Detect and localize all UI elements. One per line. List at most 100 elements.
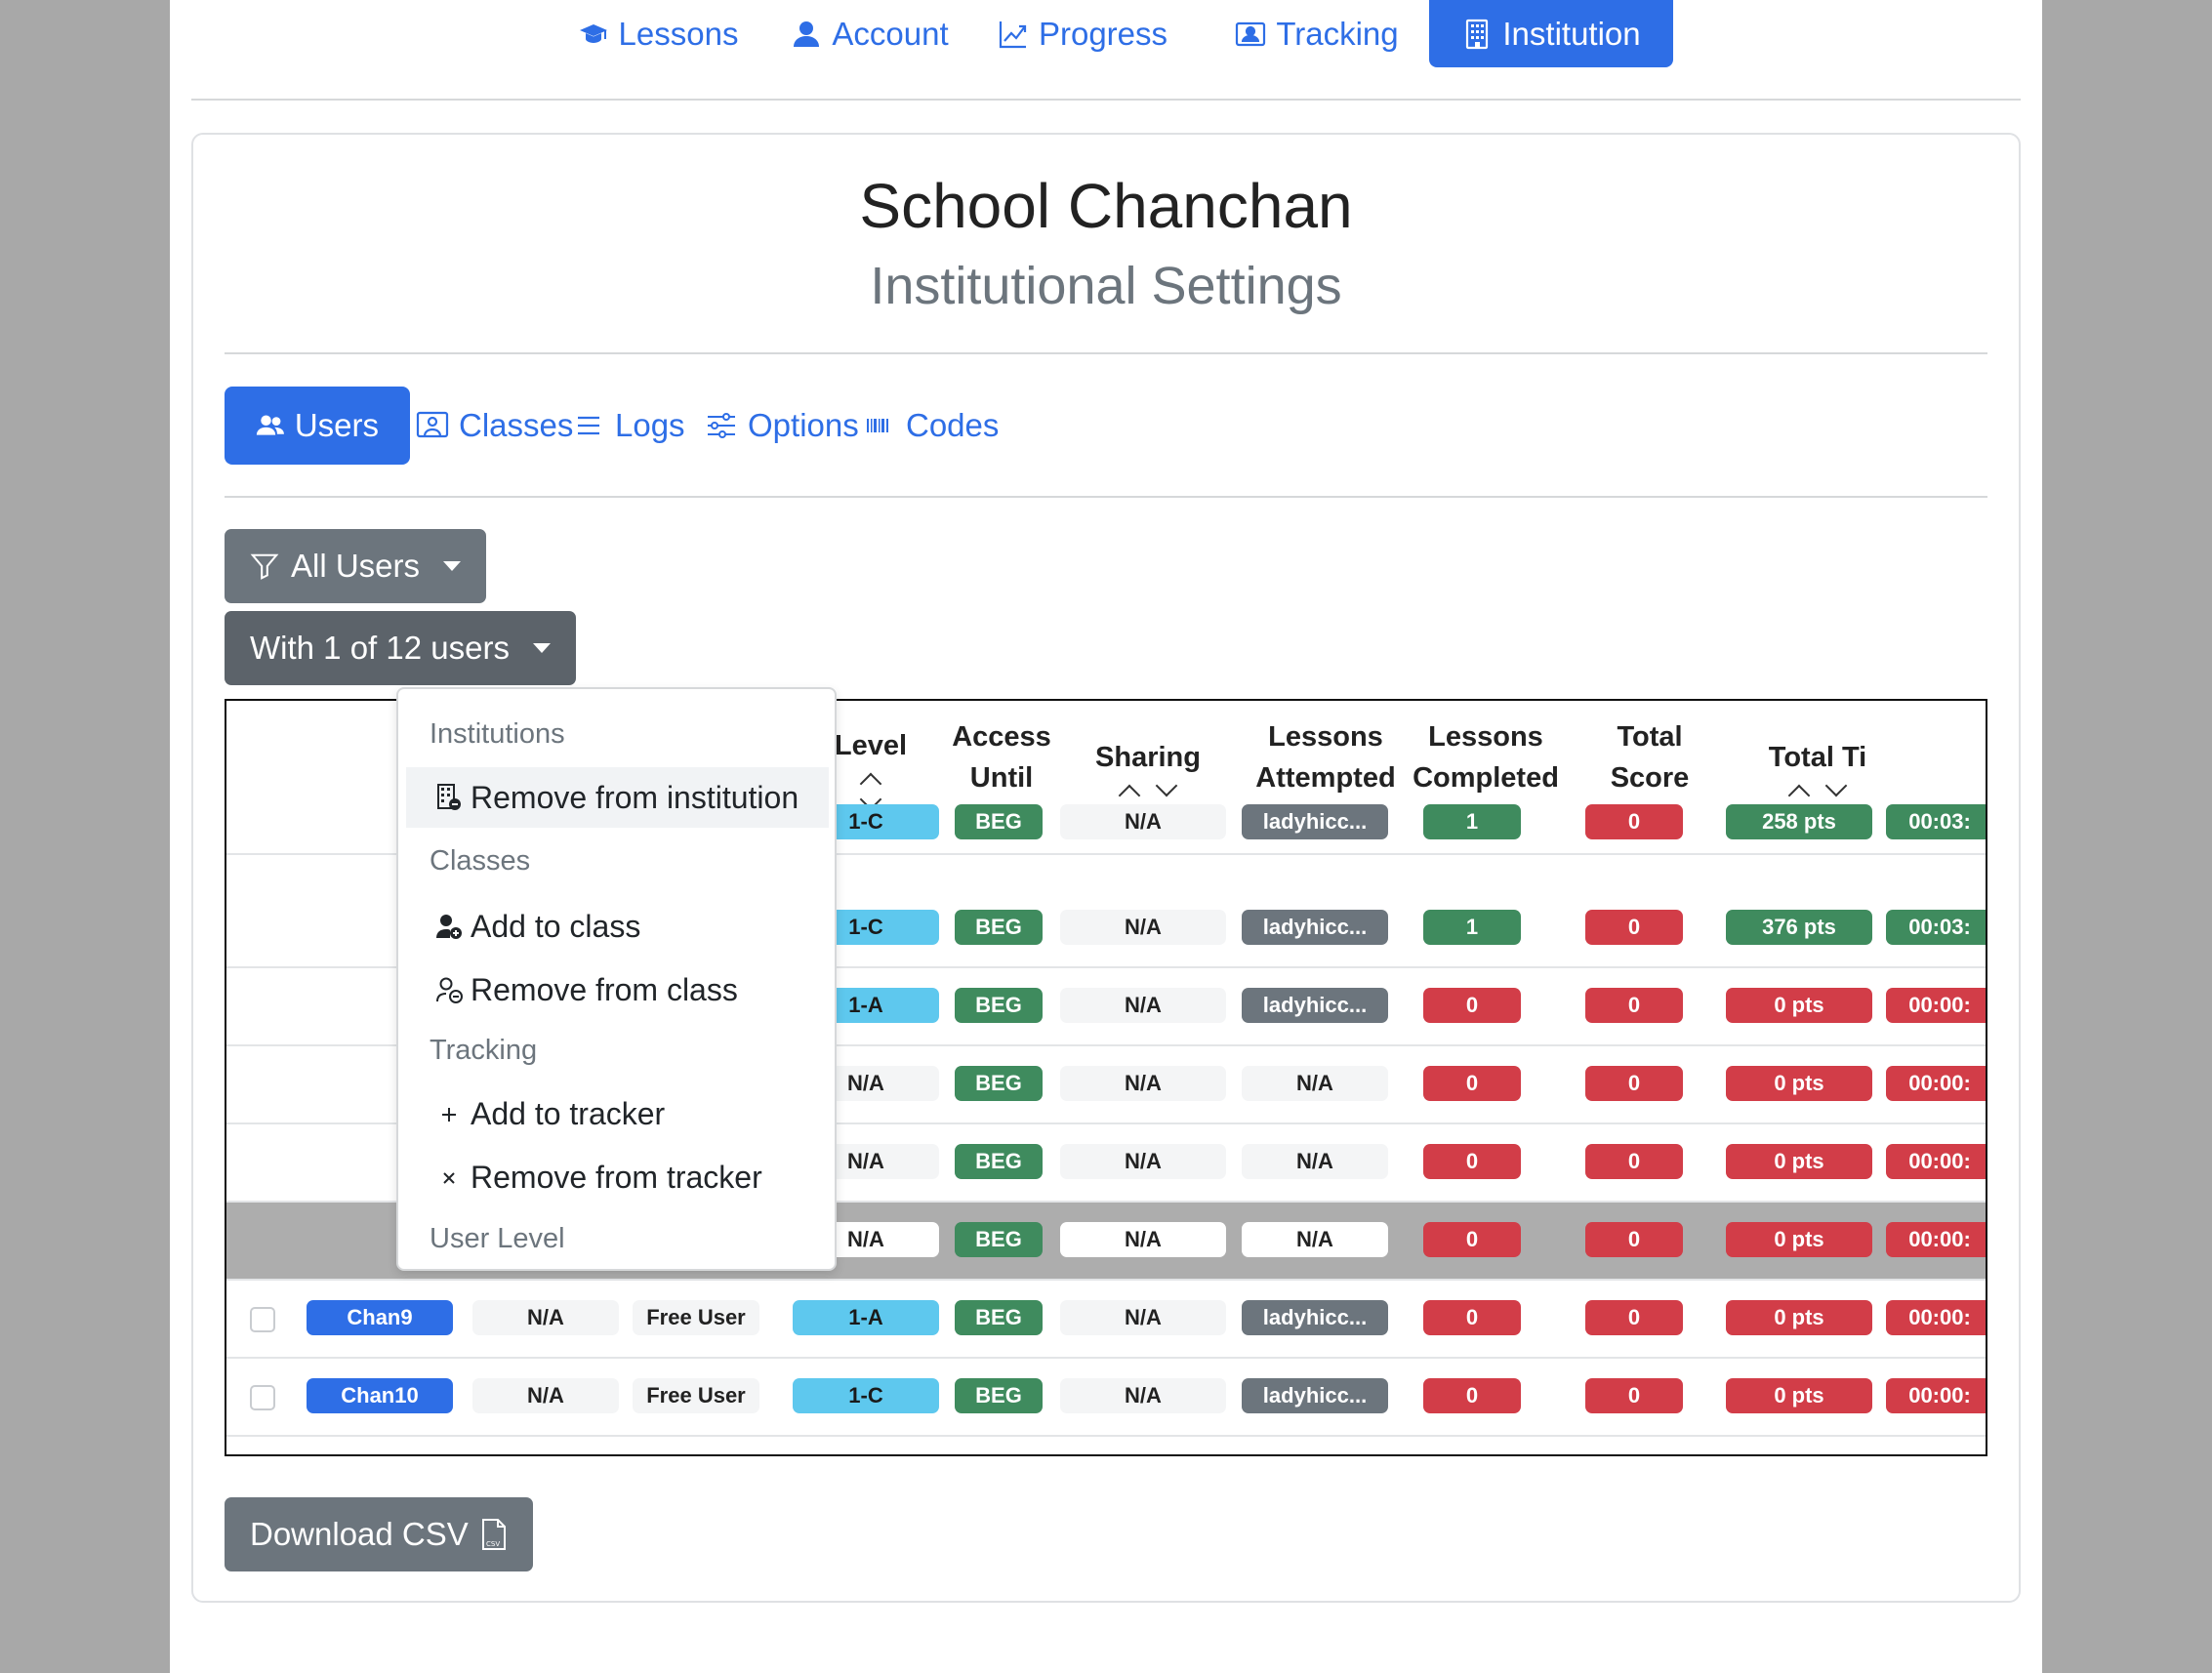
cell-access: N/A xyxy=(1060,1300,1226,1335)
nav-tracking-label: Tracking xyxy=(1276,15,1399,52)
cell-completed: 0 xyxy=(1585,1222,1683,1257)
plus-icon xyxy=(442,1108,456,1122)
cell-time: 00:03: xyxy=(1886,804,1986,839)
menu-item-label: Remove from institution xyxy=(471,779,799,815)
nav-institution-label: Institution xyxy=(1502,15,1641,52)
cell-user-col: N/A xyxy=(472,1300,619,1335)
menu-item-label: Add to class xyxy=(471,908,641,944)
person-video-icon xyxy=(416,411,449,438)
cell-class: 1-A xyxy=(793,1300,939,1335)
cell-time: 00:00: xyxy=(1886,1378,1986,1413)
cell-attempted: 1 xyxy=(1423,910,1521,945)
cell-score: 0 pts xyxy=(1726,1378,1872,1413)
tab-codes[interactable]: Codes xyxy=(863,387,999,465)
nav-progress[interactable]: Progress xyxy=(990,0,1175,67)
sort-controls xyxy=(1787,774,1848,807)
nav-institution[interactable]: Institution xyxy=(1429,0,1673,67)
header-divider xyxy=(225,352,1987,354)
tab-options-label: Options xyxy=(748,407,859,443)
menu-item-label: Add to tracker xyxy=(471,1095,666,1131)
nav-lessons[interactable]: Lessons xyxy=(570,0,746,67)
cell-time: 00:03: xyxy=(1886,910,1986,945)
graduation-cap-icon xyxy=(579,23,607,43)
cell-score: 258 pts xyxy=(1726,804,1872,839)
cell-access: N/A xyxy=(1060,1144,1226,1179)
cell-level: BEG xyxy=(955,1222,1043,1257)
cell-access: N/A xyxy=(1060,804,1226,839)
row-select-checkbox[interactable] xyxy=(250,1307,275,1332)
cell-score: 0 pts xyxy=(1726,1066,1872,1101)
menu-header-institutions: Institutions xyxy=(430,718,565,750)
page-subtitle: Institutional Settings xyxy=(870,257,1342,315)
tab-logs-label: Logs xyxy=(615,407,685,443)
cell-time: 00:00: xyxy=(1886,988,1986,1023)
tabs-divider xyxy=(225,496,1987,498)
cell-completed: 0 xyxy=(1585,804,1683,839)
cell-time: 00:00: xyxy=(1886,1300,1986,1335)
cell-completed: 0 xyxy=(1585,1378,1683,1413)
cell-sharing: ladyhicc... xyxy=(1242,1378,1388,1413)
nav-progress-label: Progress xyxy=(1038,15,1168,52)
cell-name[interactable]: Chan9 xyxy=(307,1300,453,1335)
nav-tracking[interactable]: Tracking xyxy=(1232,0,1402,67)
cell-sharing: ladyhicc... xyxy=(1242,1300,1388,1335)
cell-access: N/A xyxy=(1060,988,1226,1023)
user-filter-dropdown[interactable]: All Users xyxy=(225,529,487,603)
funnel-icon xyxy=(250,553,279,580)
menu-item-add-to-tracker[interactable]: Add to tracker xyxy=(406,1083,829,1144)
chevron-down-icon xyxy=(532,643,551,653)
cell-access: N/A xyxy=(1060,1222,1226,1257)
column-header-label: Total xyxy=(1617,721,1683,753)
sort-controls xyxy=(1118,774,1178,807)
tab-logs[interactable]: Logs xyxy=(572,387,685,465)
cell-level: BEG xyxy=(955,1300,1043,1335)
tab-users-label: Users xyxy=(294,407,379,443)
cell-attempted: 0 xyxy=(1423,1144,1521,1179)
tab-classes[interactable]: Classes xyxy=(416,387,573,465)
cell-class: 1-C xyxy=(793,1378,939,1413)
person-icon xyxy=(794,20,820,47)
cell-role: Free User xyxy=(633,1300,759,1335)
cell-access: N/A xyxy=(1060,910,1226,945)
tab-options[interactable]: Options xyxy=(705,387,859,465)
graph-up-icon xyxy=(999,20,1027,48)
top-nav: Lessons Account Progress Tracking Instit… xyxy=(170,0,2042,68)
person-dash-icon xyxy=(436,977,463,1003)
cell-attempted: 0 xyxy=(1423,1222,1521,1257)
row-select-checkbox[interactable] xyxy=(250,1385,275,1410)
sort-descending-icon[interactable] xyxy=(1155,774,1178,797)
bulk-action-dropdown[interactable]: With 1 of 12 users xyxy=(225,611,576,685)
menu-item-remove-from-tracker[interactable]: Remove from tracker xyxy=(406,1147,829,1207)
x-icon xyxy=(443,1172,455,1184)
cell-access: N/A xyxy=(1060,1378,1226,1413)
menu-item-remove-from-class[interactable]: Remove from class xyxy=(406,959,829,1020)
table-row[interactable]: Chan9 N/A Free User 1-A BEG N/A ladyhicc... 0 0 0… xyxy=(226,1281,1986,1359)
column-header-label: Sharing xyxy=(1095,742,1201,773)
menu-item-label: Remove from class xyxy=(471,971,738,1007)
nav-account[interactable]: Account xyxy=(787,0,953,67)
barcode-icon xyxy=(867,419,888,432)
person-plus-icon xyxy=(436,915,462,939)
people-icon xyxy=(256,415,284,435)
sort-ascending-icon[interactable] xyxy=(1787,784,1811,807)
download-csv-button[interactable]: Download CSV CSV xyxy=(225,1497,533,1571)
cell-attempted: 0 xyxy=(1423,1066,1521,1101)
bulk-action-menu: Institutions Remove from institution Cla… xyxy=(396,687,837,1271)
tab-users[interactable]: Users xyxy=(225,387,410,465)
tab-codes-label: Codes xyxy=(906,407,1000,443)
filetype-csv-icon: CSV xyxy=(481,1519,506,1550)
menu-item-add-to-class[interactable]: Add to class xyxy=(406,896,829,957)
cell-score: 0 pts xyxy=(1726,1144,1872,1179)
cell-attempted: 0 xyxy=(1423,988,1521,1023)
menu-item-remove-from-institution[interactable]: Remove from institution xyxy=(406,767,829,828)
app-frame: Lessons Account Progress Tracking Instit… xyxy=(170,0,2042,1673)
sort-ascending-icon[interactable] xyxy=(1118,784,1141,807)
cell-completed: 0 xyxy=(1585,1066,1683,1101)
cell-score: 376 pts xyxy=(1726,910,1872,945)
cell-sharing: ladyhicc... xyxy=(1242,988,1388,1023)
table-row[interactable]: Chan10 N/A Free User 1-C BEG N/A ladyhicc... 0 0… xyxy=(226,1359,1986,1437)
column-header-label: Until xyxy=(969,762,1034,794)
sort-descending-icon[interactable] xyxy=(1824,774,1848,797)
cell-sharing: N/A xyxy=(1242,1144,1388,1179)
cell-name[interactable]: Chan10 xyxy=(307,1378,453,1413)
